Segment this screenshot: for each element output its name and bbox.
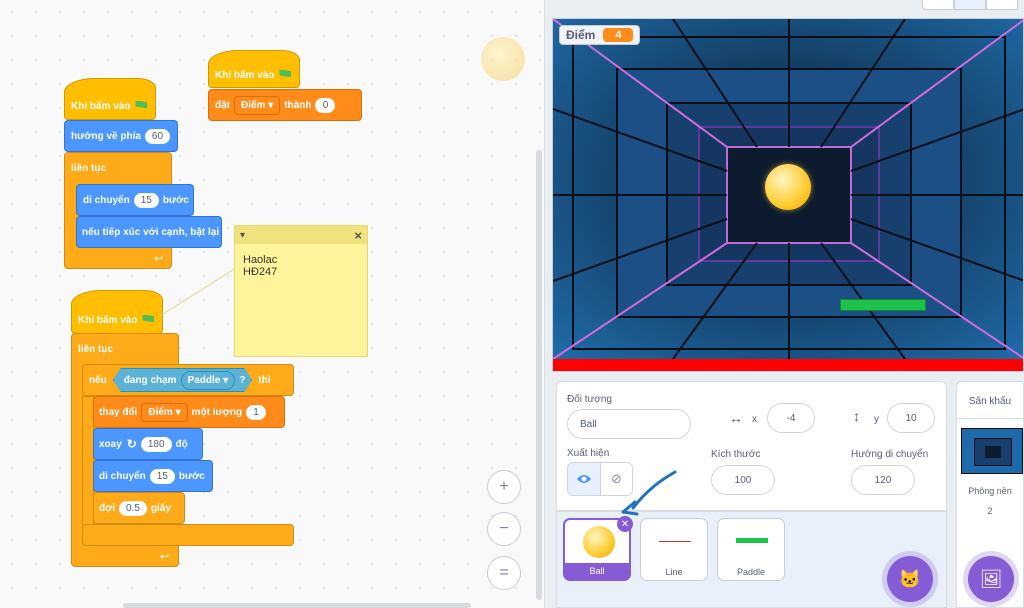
annotation-arrow [621,470,677,516]
small-stage-button[interactable] [922,0,954,10]
variable-monitor[interactable]: Điểm 4 [559,25,641,45]
code-workspace[interactable]: Khi bấm vào đặt Điểm ▾ thành 0 Khi bấm v… [0,0,545,608]
fullscreen-button[interactable] [986,0,1018,10]
stage[interactable]: Điểm 4 [552,18,1024,372]
monitor-value: 4 [603,28,634,42]
delete-sprite-button[interactable]: ✕ [617,516,633,532]
size-value: 100 [734,474,752,486]
x-field[interactable]: -4 [767,403,815,433]
close-icon[interactable]: × [354,228,362,243]
backdrops-label: Phông nền [968,486,1012,496]
direction-label: Hướng di chuyển [851,449,929,460]
close-icon: ✕ [620,518,630,530]
direction-value: 120 [874,474,892,486]
ball-sprite[interactable] [765,164,811,210]
comment-note[interactable]: ▾ × Haolac HĐ247 [234,225,368,357]
paddle-sprite[interactable] [840,299,926,311]
image-plus-icon: 🖼 [979,568,1003,589]
x-value: -4 [786,412,796,424]
y-field[interactable]: 10 [887,403,935,433]
y-arrows-icon: ↕ [853,408,860,424]
cat-plus-icon: 🐱 [898,568,922,589]
sprite-name: Line [665,567,683,577]
show-label: Xuất hiện [567,448,610,459]
eye-icon [576,475,591,483]
sprite-name: Paddle [736,567,766,577]
zoom-reset-icon: = [499,564,509,581]
sprite-name: Ball [565,563,629,579]
x-arrows-icon: ↔ [729,410,743,426]
x-label: x [752,414,757,425]
sprite-label: Đối tượng [567,394,612,405]
zoom-in-button[interactable]: + [487,470,521,504]
stage-layout-buttons[interactable] [922,0,1018,10]
zoom-out-icon: − [499,520,509,537]
choose-sprite-button[interactable]: 🐱 [887,556,933,602]
sprite-name-value: Ball [580,418,597,430]
normal-stage-button[interactable] [954,0,986,10]
backdrops-count: 2 [987,506,993,516]
size-label: Kích thước [711,449,761,460]
y-label: y [874,414,879,425]
stage-panel-divider [957,418,1023,419]
paddle-thumbnail [736,538,768,543]
ball-thumbnail [583,526,615,558]
zoom-reset-button[interactable]: = [487,556,521,590]
stage-panel-title: Sân khấu [968,396,1012,407]
comment-text[interactable]: Haolac HĐ247 [235,244,367,288]
choose-backdrop-button[interactable]: 🖼 [968,556,1014,602]
sprite-list: ✕ Ball Line Paddle 🐱 [556,470,947,608]
horizontal-scrollbar[interactable] [123,603,471,608]
backdrop-inner [974,438,1012,466]
zoom-out-button[interactable]: − [487,512,521,546]
sprite-tile-ball[interactable]: ✕ Ball [563,516,633,581]
monitor-label: Điểm [566,28,596,42]
direction-field[interactable]: 120 [851,465,915,495]
size-field[interactable]: 100 [711,465,775,495]
comment-header[interactable]: ▾ × [235,226,367,244]
sprite-name-field[interactable]: Ball [567,409,691,439]
sprite-tile-line[interactable]: Line [640,518,708,581]
sprite-tile-paddle[interactable]: Paddle [717,518,785,581]
show-sprite-button[interactable] [568,463,600,495]
collapse-icon[interactable]: ▾ [240,230,245,241]
y-value: 10 [905,412,917,424]
backdrop-center [985,446,1001,458]
current-sprite-thumbnail [481,37,525,81]
zoom-in-icon: + [499,478,509,495]
vertical-scrollbar[interactable] [536,150,542,600]
stage-target-panel[interactable]: Sân khấu Phông nền 2 🖼 [956,381,1024,608]
backdrop-thumbnail[interactable] [961,428,1023,474]
line-thumbnail [659,541,691,542]
